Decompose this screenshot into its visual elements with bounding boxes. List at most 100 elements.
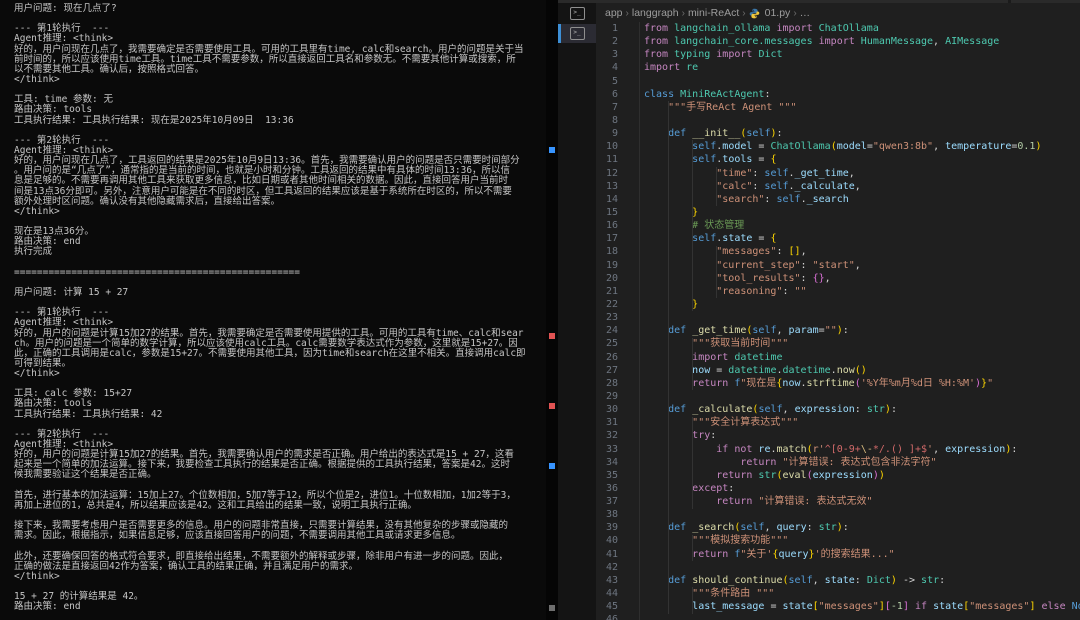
terminal-line: 再加上进位的1，总共是4，所以结果应该是42。这和工具给出的结果一致，说明工具执…	[14, 499, 417, 511]
terminal-line: ========================================…	[14, 266, 300, 278]
overview-ruler-marker	[549, 403, 555, 409]
line-number: 11	[605, 154, 618, 166]
line-number: 16	[605, 220, 618, 232]
gutter-divider	[639, 22, 640, 620]
terminal-line: 工具: calc 参数: 15+27	[14, 388, 133, 400]
overview-ruler-marker	[549, 463, 555, 469]
pane-divider[interactable]	[546, 0, 558, 620]
line-number: 40	[605, 535, 618, 547]
line-number: 23	[605, 312, 618, 324]
line-number: 7	[611, 101, 618, 113]
indent-guide	[692, 534, 693, 562]
code-editor-pane: >_ >_ app › langgraph › mini-ReAct › 01.py ›… 1f…	[558, 0, 1080, 620]
terminal-line: </think>	[14, 205, 60, 217]
terminal-tabs-strip: >_ >_	[558, 3, 596, 620]
terminal-icon: >_	[569, 27, 585, 40]
line-number: 15	[605, 206, 618, 218]
line-number: 29	[605, 390, 618, 402]
terminal-line: 工具执行结果: 工具执行结果: 现在是2025年10月09日 13:36	[14, 114, 294, 126]
line-number: 24	[605, 325, 618, 337]
line-number: 2	[611, 36, 618, 48]
line-number: 34	[605, 456, 618, 468]
indent-guide	[692, 140, 693, 312]
terminal-line: 息是足够的。不需要再调用其他工具来获取更多信息，比如日期或者其他时间相关的数据。…	[14, 175, 509, 187]
terminal-line: </think>	[14, 570, 60, 582]
line-number: 33	[605, 443, 618, 455]
line-number: 5	[611, 75, 618, 87]
line-number: 9	[611, 128, 618, 140]
line-number: 37	[605, 496, 618, 508]
indent-guide	[692, 337, 693, 391]
line-number: 38	[605, 509, 618, 521]
breadcrumb-separator: ›	[625, 7, 629, 19]
terminal-line: 路由决策: end	[14, 601, 81, 613]
terminal-line: 需求。因此，根据指示，如果信息足够，应该直接回答用户的问题，不需要调用其他工具或…	[14, 530, 461, 542]
breadcrumb-item-langgraph[interactable]: langgraph	[632, 7, 679, 19]
line-number: 18	[605, 246, 618, 258]
line-number: 35	[605, 469, 618, 481]
terminal-line: 候我需要验证这个结果是否正确。	[14, 469, 157, 481]
line-number: 41	[605, 548, 618, 560]
code-area[interactable]: 1 from langchain_ollama import ChatOllama…	[596, 22, 1080, 620]
line-number: 39	[605, 522, 618, 534]
breadcrumb-separator: ›	[742, 7, 746, 19]
line-number: 31	[605, 417, 618, 429]
line-number: 30	[605, 404, 618, 416]
line-number: 4	[611, 62, 618, 74]
app-window: 用户问题: 现在几点了? --- 第1轮执行 --- Agent推理: <thin…	[0, 0, 1080, 620]
indent-guide	[692, 416, 693, 509]
line-number: 8	[611, 114, 618, 126]
line-number: 21	[605, 285, 618, 297]
line-number: 42	[605, 561, 618, 573]
code-line: 3 from typing import Dict	[596, 48, 1080, 61]
terminal-line: 工具执行结果: 工具执行结果: 42	[14, 408, 163, 420]
indent-guide	[692, 587, 693, 614]
line-number: 43	[605, 574, 618, 586]
line-number: 32	[605, 430, 618, 442]
overview-ruler-marker	[549, 605, 555, 611]
line-number: 46	[605, 614, 618, 620]
terminal-line: 额外处理时区问题。确认没有其他隐藏需求后，直接给出答案。	[14, 195, 281, 207]
line-number: 25	[605, 338, 618, 350]
indent-guide	[716, 166, 717, 207]
line-number: 3	[611, 49, 618, 61]
terminal-icon: >_	[569, 7, 585, 20]
terminal-line: </think>	[14, 368, 60, 380]
line-number: 20	[605, 272, 618, 284]
code-line: 46	[596, 613, 1080, 620]
terminal-line: 此，正确的工具调用是calc，参数是15+27。不需要使用其他工具，因为time…	[14, 347, 526, 359]
strip-item-terminal-2[interactable]: >_	[558, 24, 596, 43]
breadcrumb-separator: ›	[793, 7, 797, 19]
indent-guide	[668, 100, 669, 614]
breadcrumb-item--[interactable]: …	[800, 7, 811, 19]
python-icon	[749, 8, 759, 18]
line-number: 27	[605, 364, 618, 376]
terminal-line: 正确的做法是直接返回42作为答案，确认工具的结果正确，并且满足用户的需求。	[14, 560, 358, 572]
line-number: 22	[605, 298, 618, 310]
terminal-output-pane[interactable]: 用户问题: 现在几点了? --- 第1轮执行 --- Agent推理: <thin…	[0, 0, 546, 620]
overview-ruler-marker	[549, 147, 555, 153]
breadcrumb-item-app[interactable]: app	[605, 7, 623, 19]
line-number: 45	[605, 601, 618, 613]
line-number: 19	[605, 259, 618, 271]
terminal-line: 用户问题: 计算 15 + 27	[14, 286, 129, 298]
code-line: 6 class MiniReActAgent:	[596, 88, 1080, 101]
line-number: 1	[611, 23, 618, 34]
breadcrumb-item-01-py[interactable]: 01.py	[765, 7, 791, 19]
breadcrumb-separator: ›	[681, 7, 685, 19]
terminal-line: 可得到结果。	[14, 357, 72, 369]
overview-ruler-marker	[549, 333, 555, 339]
terminal-line: 执行完成	[14, 246, 53, 258]
terminal-line: 以不需要其他工具。确认后，按照格式回答。	[14, 63, 205, 75]
terminal-line: </think>	[14, 73, 60, 85]
code-line: 5	[596, 75, 1080, 88]
breadcrumb-item-mini-react[interactable]: mini-ReAct	[688, 7, 739, 19]
code-line: 4 import re	[596, 61, 1080, 74]
line-number: 28	[605, 377, 618, 389]
strip-item-terminal-1[interactable]: >_	[558, 5, 596, 22]
terminal-line: 用户问题: 现在几点了?	[14, 3, 117, 14]
line-number: 26	[605, 351, 618, 363]
terminal-line: 15 + 27 的计算结果是 42。	[14, 591, 144, 603]
indent-guide	[716, 245, 717, 299]
line-number: 10	[605, 141, 618, 153]
